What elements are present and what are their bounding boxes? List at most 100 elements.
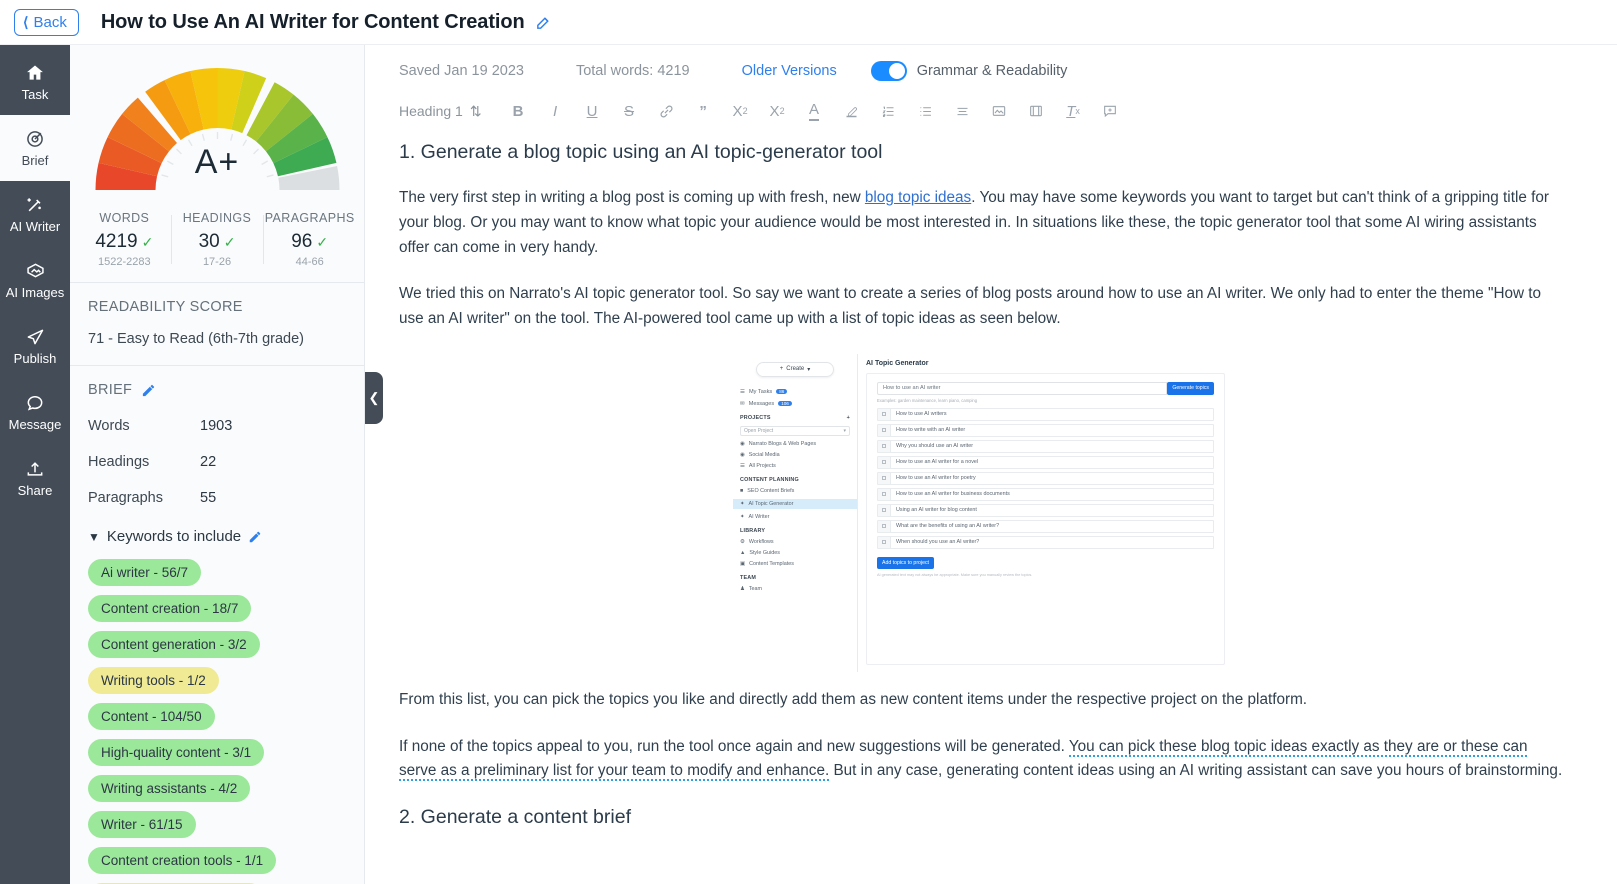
team-item[interactable]: ♟ Team (740, 586, 850, 592)
item-label: Workflows (748, 538, 774, 545)
older-versions-link[interactable]: Older Versions (742, 63, 837, 79)
sidebar-item-task[interactable]: Task (0, 49, 70, 115)
link-icon[interactable] (648, 97, 685, 125)
topic-row[interactable]: What are the benefits of using an AI wri… (877, 519, 1214, 533)
highlight-icon[interactable] (833, 97, 870, 125)
edit-brief-icon[interactable] (141, 383, 156, 398)
back-button[interactable]: ⟨ Back (14, 8, 79, 36)
edit-keywords-icon[interactable] (248, 530, 262, 544)
sidebar-item-ai-images[interactable]: AI Images (0, 247, 70, 313)
item-label: AI Writer (748, 513, 770, 520)
stat-range: 17-26 (202, 256, 232, 268)
keyword-chip[interactable]: Content creation - 18/7 (88, 595, 252, 622)
add-topics-to-project-button[interactable]: Add topics to project (877, 556, 935, 569)
embedded-app-sidebar: + Create ▾ ☰ My Tasks 86 ✉ Messages 106 … (733, 353, 858, 672)
add-comment-icon[interactable] (1092, 97, 1129, 125)
sidebar-item-ai-writer[interactable]: AI Writer (0, 181, 70, 247)
open-project-select[interactable]: Open Project ▾ (740, 425, 850, 436)
keywords-heading: Keywords to include (106, 528, 242, 545)
keyword-chip[interactable]: Writer - 61/15 (88, 811, 196, 838)
topic-row[interactable]: Why you should use an AI writer (877, 439, 1214, 453)
italic-button[interactable]: I (537, 97, 574, 125)
create-button[interactable]: + Create ▾ (756, 361, 834, 377)
paragraph-style-select[interactable]: Heading 1 ⇅ (399, 103, 482, 120)
ai-writer-item[interactable]: ✦ AI Writer (740, 514, 850, 520)
topic-checkbox[interactable] (878, 488, 891, 500)
sidebar-item-brief[interactable]: Brief (0, 115, 70, 181)
content-templates-item[interactable]: ▣ Content Templates (740, 561, 850, 567)
topic-label: Why you should use an AI writer (896, 443, 974, 450)
sidebar-item-publish[interactable]: Publish (0, 313, 70, 379)
keyword-chip[interactable]: Content - 104/50 (88, 703, 215, 730)
stat-range: 44-66 (295, 256, 324, 268)
align-icon[interactable] (944, 97, 981, 125)
sidebar-item-share[interactable]: Share (0, 445, 70, 511)
ai-topic-generator-item[interactable]: ✦ AI Topic Generator (733, 498, 857, 509)
insert-image-icon[interactable] (981, 97, 1018, 125)
embedded-topic-generator: AI Topic Generator How to use an AI writ… (858, 354, 1233, 672)
style-guides-item[interactable]: ▲ Style Guides (740, 550, 850, 556)
project-item[interactable]: ☰ All Projects (740, 463, 850, 469)
library-section-title: LIBRARY (740, 528, 850, 534)
text-color-icon[interactable]: A (796, 97, 833, 125)
topic-row[interactable]: Using an AI writer for blog content (877, 503, 1214, 517)
underline-button[interactable]: U (574, 97, 611, 125)
topic-checkbox[interactable] (878, 456, 891, 468)
topic-checkbox[interactable] (878, 408, 891, 420)
topic-row[interactable]: How to use an AI writer for poetry (877, 471, 1214, 485)
project-item[interactable]: ◉ Social Media (740, 452, 850, 458)
grammar-readability-toggle[interactable] (870, 61, 907, 81)
keyword-chip[interactable]: Writing assistants - 4/2 (88, 775, 251, 802)
bold-button[interactable]: B (500, 97, 537, 125)
keyword-chip[interactable]: Ai writer - 56/7 (88, 559, 202, 586)
bullet-list-icon[interactable] (907, 97, 944, 125)
panel-collapse-handle[interactable]: ❮ (365, 372, 383, 424)
topic-row[interactable]: How to use AI writers (877, 407, 1214, 421)
doc-icon: ■ (740, 487, 744, 494)
insert-video-icon[interactable] (1018, 97, 1055, 125)
plus-icon[interactable]: + (847, 415, 850, 421)
document-body[interactable]: 1. Generate a blog topic using an AI top… (365, 135, 1617, 884)
topic-row[interactable]: When should you use an AI writer? (877, 535, 1214, 549)
topic-theme-input[interactable]: How to use an AI writer (877, 381, 1168, 395)
seo-content-briefs-item[interactable]: ■ SEO Content Briefs (740, 488, 850, 494)
strikethrough-button[interactable]: S (611, 97, 648, 125)
generate-topics-button[interactable]: Generate topics (1167, 381, 1214, 395)
project-item[interactable]: ◉ Narrato Blogs & Web Pages (740, 441, 850, 447)
topic-row[interactable]: How to write with an AI writer (877, 423, 1214, 437)
topic-row[interactable]: How to use an AI writer for a novel (877, 455, 1214, 469)
keyword-chip[interactable]: Writing tools - 1/2 (88, 667, 219, 694)
workflows-item[interactable]: ⚙ Workflows (740, 539, 850, 545)
blockquote-icon[interactable]: ” (685, 97, 722, 125)
paragraph-1-text-a: The very first step in writing a blog po… (399, 189, 865, 206)
topic-checkbox[interactable] (878, 520, 891, 532)
clear-format-icon[interactable]: Tx (1055, 97, 1092, 125)
keyword-chip[interactable]: Content creation tools - 1/1 (88, 847, 277, 874)
messages-link[interactable]: ✉ Messages 106 (740, 401, 850, 407)
topic-checkbox[interactable] (878, 536, 891, 548)
topic-checkbox[interactable] (878, 504, 891, 516)
my-tasks-link[interactable]: ☰ My Tasks 86 (740, 389, 850, 395)
sidebar-item-label: Publish (13, 350, 57, 366)
superscript-button[interactable]: X2 (759, 97, 796, 125)
topic-checkbox[interactable] (878, 472, 891, 484)
paragraph-style-value: Heading 1 (399, 103, 463, 119)
brief-heading-row: BRIEF (88, 382, 346, 398)
ordered-list-icon[interactable] (870, 97, 907, 125)
topic-checkbox[interactable] (878, 424, 891, 436)
keywords-toggle[interactable]: ▼ Keywords to include (88, 528, 346, 545)
item-label: Content Templates (749, 560, 794, 567)
keyword-chip[interactable]: Content generation - 3/2 (88, 631, 260, 658)
keyword-chip[interactable]: High-quality content - 3/1 (88, 739, 265, 766)
edit-title-icon[interactable] (535, 14, 552, 31)
section-title: CONTENT PLANNING (740, 476, 799, 483)
sidebar-item-message[interactable]: Message (0, 379, 70, 445)
check-icon: ✓ (223, 233, 236, 250)
blog-topic-ideas-link[interactable]: blog topic ideas (865, 189, 971, 206)
ai-topic-generator-title: AI Topic Generator (866, 359, 929, 367)
topic-checkbox[interactable] (878, 440, 891, 452)
topic-row[interactable]: How to use an AI writer for business doc… (877, 487, 1214, 501)
embedded-screenshot: + Create ▾ ☰ My Tasks 86 ✉ Messages 106 … (733, 353, 1233, 672)
next-section-heading: 2. Generate a content brief (399, 806, 631, 829)
subscript-button[interactable]: X2 (722, 97, 759, 125)
